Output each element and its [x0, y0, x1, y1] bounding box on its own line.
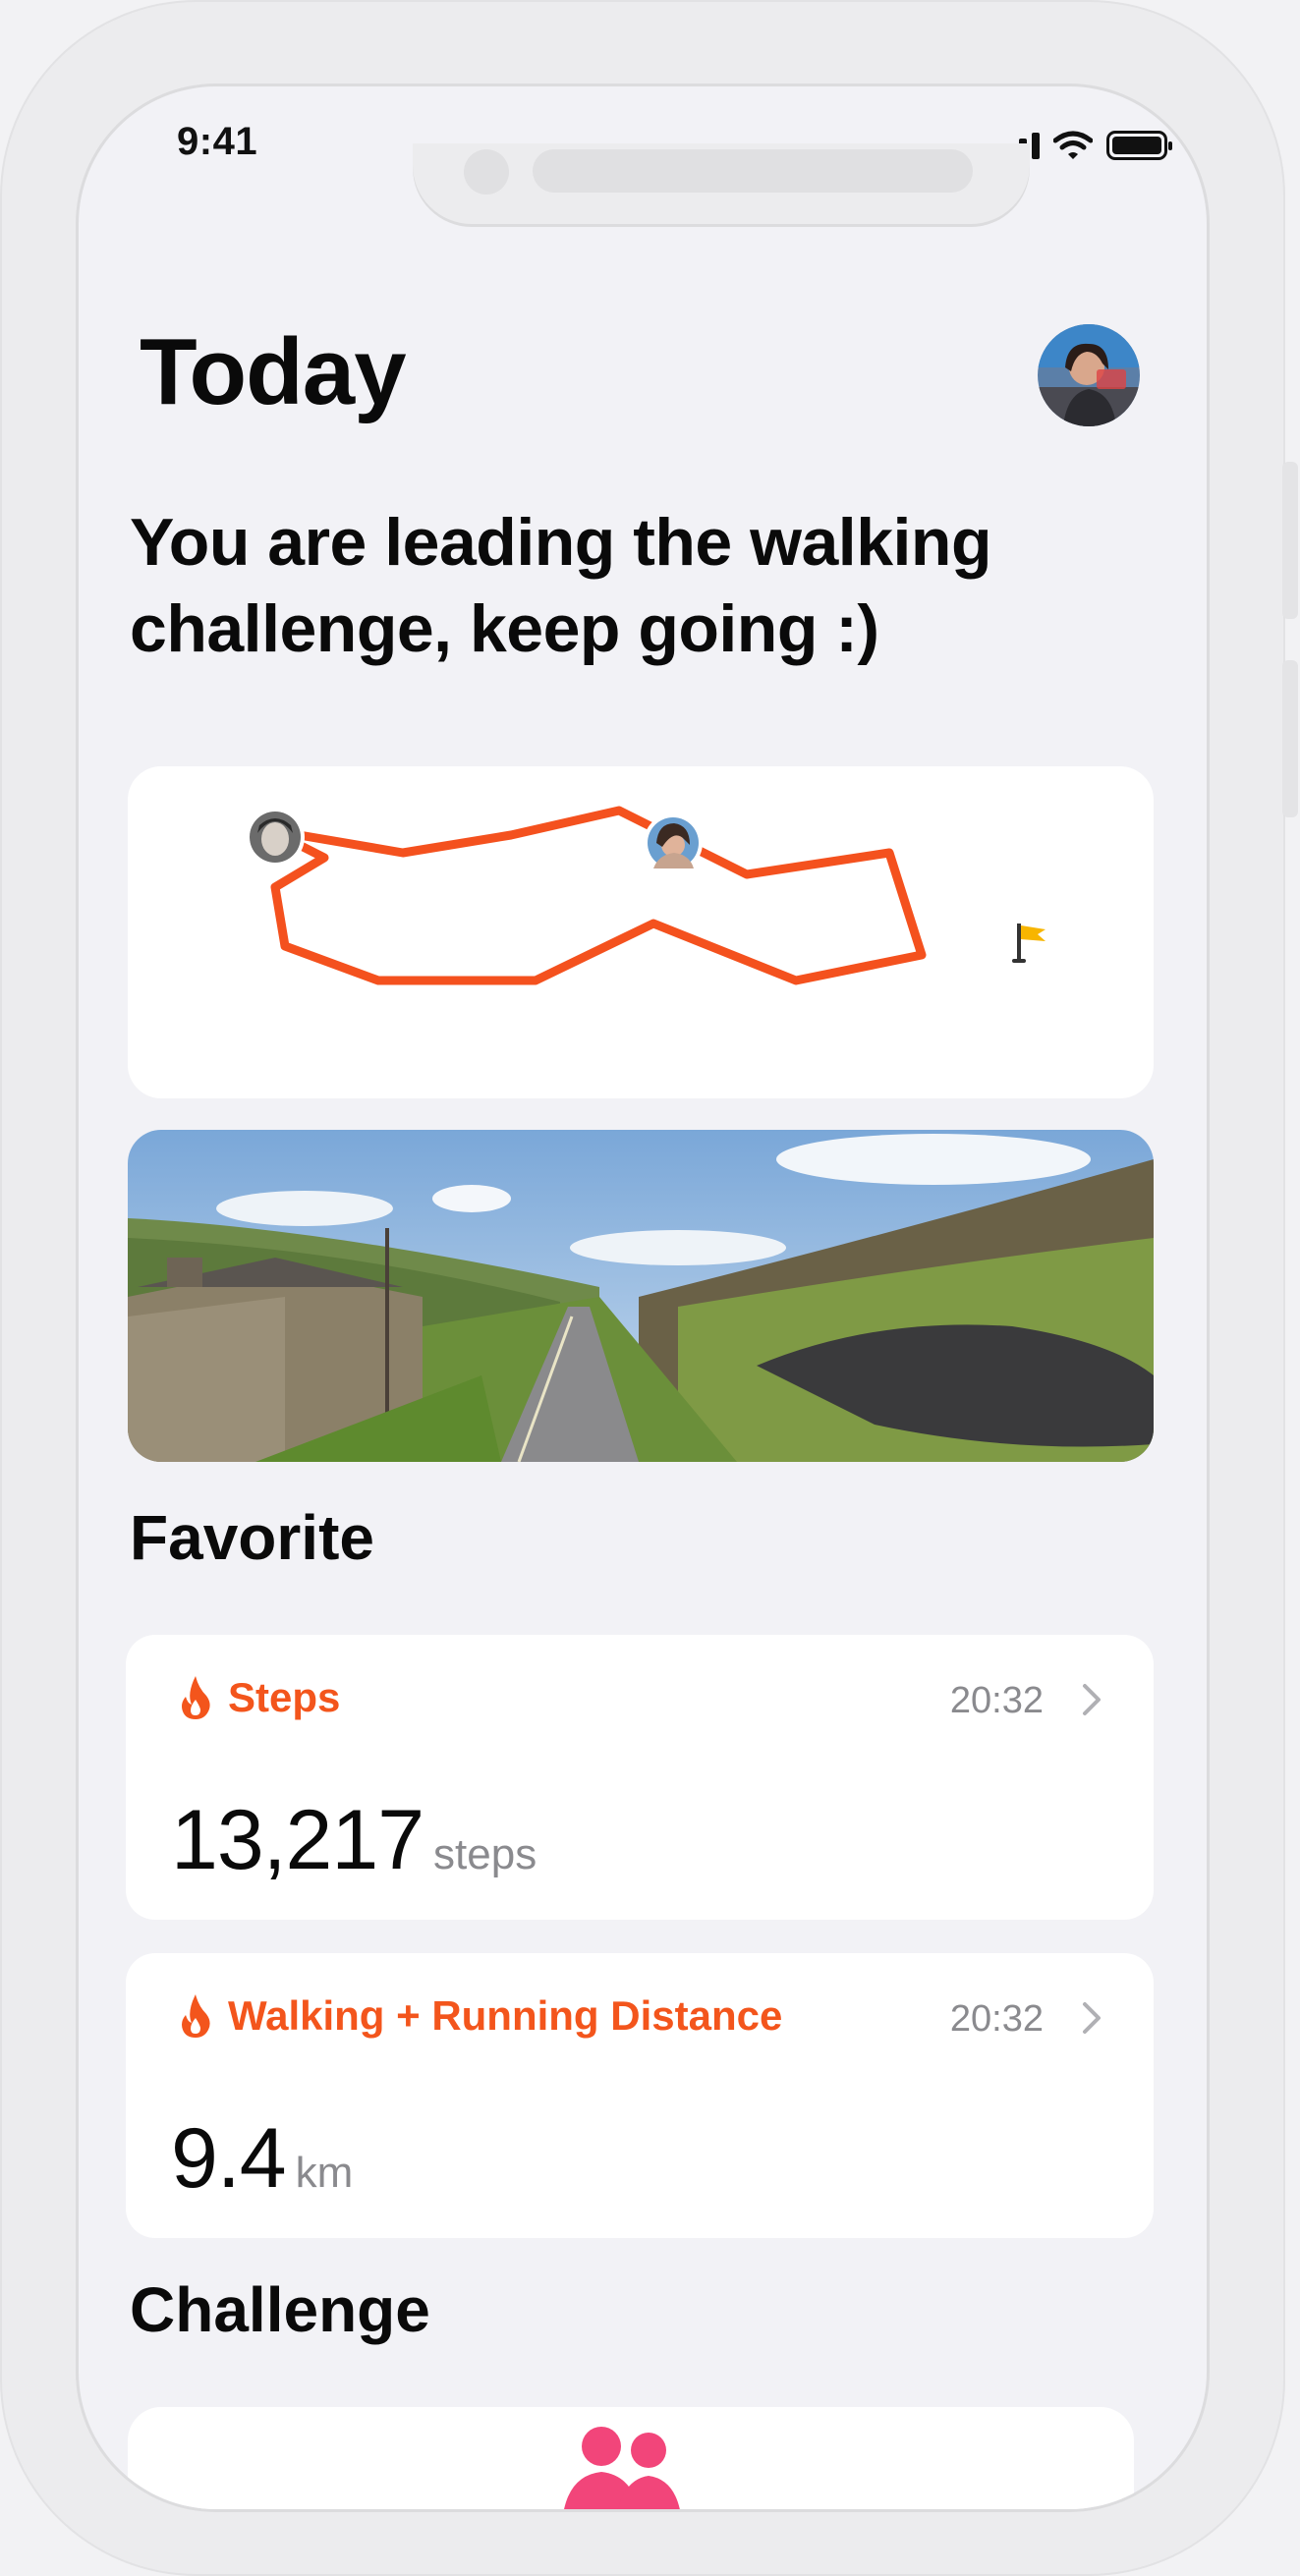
metric-updated-time: 20:32 — [949, 1680, 1044, 1721]
battery-icon — [1106, 131, 1172, 160]
participant-marker-2[interactable] — [644, 813, 703, 872]
flag-icon — [1012, 924, 1046, 963]
metric-value-row: 9.4 km — [171, 2110, 353, 2208]
metric-header: Walking + Running Distance — [179, 1992, 782, 2040]
participant-marker-1[interactable] — [246, 808, 305, 867]
chevron-right-icon[interactable] — [1081, 2000, 1102, 2036]
metric-value: 13,217 — [171, 1793, 424, 1887]
status-time: 9:41 — [177, 120, 258, 163]
people-icon — [564, 2427, 680, 2509]
front-camera — [464, 149, 509, 195]
metric-unit: km — [295, 2149, 354, 2197]
metric-label: Steps — [228, 1674, 341, 1720]
wifi-icon — [1053, 131, 1093, 159]
flame-icon — [182, 1994, 210, 2038]
metric-updated-time: 20:32 — [949, 1998, 1044, 2040]
route-map — [246, 806, 1046, 985]
route-map-card[interactable] — [128, 766, 1154, 1098]
distance-card[interactable]: Walking + Running Distance 20:32 9.4 km — [126, 1953, 1154, 2238]
challenge-section-title: Challenge — [130, 2274, 430, 2345]
side-button-upper — [1282, 462, 1298, 619]
chevron-right-icon[interactable] — [1081, 1682, 1102, 1717]
metric-unit: steps — [433, 1830, 537, 1878]
metric-value: 9.4 — [171, 2111, 287, 2206]
metric-label: Walking + Running Distance — [228, 1992, 783, 2039]
steps-card[interactable]: Steps 20:32 13,217 steps — [126, 1635, 1154, 1920]
metric-header: Steps — [179, 1674, 340, 1721]
phone-screen: 9:41 Today You are leading the walking c… — [79, 86, 1207, 2509]
metric-value-row: 13,217 steps — [171, 1792, 537, 1889]
landscape-image — [128, 1130, 1154, 1462]
challenge-status-headline: You are leading the walking challenge, k… — [130, 505, 991, 666]
page-title: Today — [140, 319, 407, 424]
flame-icon — [182, 1676, 210, 1719]
profile-avatar[interactable] — [1038, 324, 1140, 426]
side-button-lower — [1282, 660, 1298, 817]
route-street-view-photo[interactable] — [128, 1130, 1154, 1462]
speaker-grille — [533, 149, 973, 193]
route-path — [267, 806, 927, 985]
challenge-card[interactable] — [128, 2407, 1134, 2509]
favorite-section-title: Favorite — [130, 1502, 374, 1573]
